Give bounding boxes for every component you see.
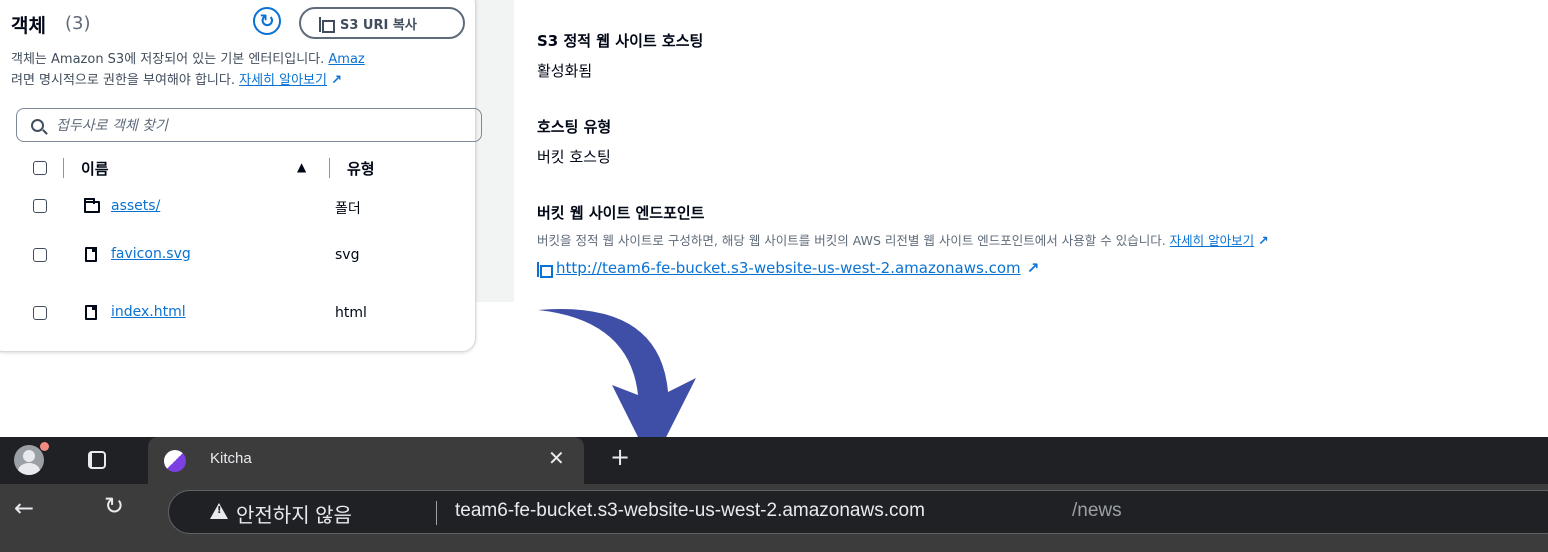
external-link-icon: ↗ xyxy=(1258,233,1269,248)
new-tab-icon[interactable]: + xyxy=(610,443,630,471)
back-arrow-icon[interactable]: ← xyxy=(14,494,34,522)
description-line2: 려면 명시적으로 권한을 부여해야 합니다. xyxy=(11,73,240,88)
endpoint-url-link[interactable]: http://team6-fe-bucket.s3-website-us-wes… xyxy=(556,259,1021,277)
learn-more-link[interactable]: 자세히 알아보기 xyxy=(239,73,327,88)
object-link-assets[interactable]: assets/ xyxy=(111,198,160,214)
url-path[interactable]: /news xyxy=(1072,500,1122,522)
row-checkbox[interactable] xyxy=(33,306,47,320)
copy-s3-uri-button[interactable]: S3 URI 복사 xyxy=(299,7,465,39)
object-link-favicon[interactable]: favicon.svg xyxy=(111,246,191,262)
endpoint-url-row: http://team6-fe-bucket.s3-website-us-wes… xyxy=(537,259,1040,278)
copy-s3-uri-label: S3 URI 복사 xyxy=(340,17,417,33)
endpoint-description-text: 버킷을 정적 웹 사이트로 구성하면, 해당 웹 사이트를 버킷의 AWS 리전… xyxy=(537,233,1166,248)
column-header-type[interactable]: 유형 xyxy=(347,158,375,179)
search-icon xyxy=(31,118,44,132)
sort-ascending-icon[interactable]: ▲ xyxy=(297,160,306,174)
profile-avatar-icon[interactable] xyxy=(14,445,44,475)
object-type: 폴더 xyxy=(335,201,361,217)
static-hosting-value: 활성화됨 xyxy=(537,62,593,80)
hosting-type-label: 호스팅 유형 xyxy=(537,118,612,136)
endpoint-label: 버킷 웹 사이트 엔드포인트 xyxy=(537,204,705,222)
column-header-name[interactable]: 이름 xyxy=(81,158,109,179)
static-hosting-panel: S3 정적 웹 사이트 호스팅 활성화됨 호스팅 유형 버킷 호스팅 버킷 웹 … xyxy=(514,0,1548,302)
search-placeholder: 접두사로 객체 찾기 xyxy=(56,118,168,134)
static-hosting-label: S3 정적 웹 사이트 호스팅 xyxy=(537,32,704,50)
url-host[interactable]: team6-fe-bucket.s3-website-us-west-2.ama… xyxy=(455,500,925,522)
tab-title[interactable]: Kitcha xyxy=(210,450,252,467)
tab-close-icon[interactable]: ✕ xyxy=(548,446,565,470)
select-all-checkbox[interactable] xyxy=(33,161,47,175)
file-icon xyxy=(85,247,97,262)
external-link-icon: ↗ xyxy=(331,73,343,88)
tab-favicon-icon xyxy=(164,450,186,472)
description-line1: 객체는 Amazon S3에 저장되어 있는 기본 엔터티입니다. xyxy=(11,52,329,67)
copy-icon xyxy=(319,16,335,33)
object-type: html xyxy=(335,305,367,321)
object-search-input[interactable]: 접두사로 객체 찾기 xyxy=(16,108,482,142)
notification-dot xyxy=(40,442,49,451)
column-divider xyxy=(63,158,64,178)
browser-window: Kitcha ✕ + ← ↻ 안전하지 않음 team6-fe-bucket.s… xyxy=(0,437,1548,552)
objects-description: 객체는 Amazon S3에 저장되어 있는 기본 엔터티입니다. Amaz 려… xyxy=(11,49,475,91)
copy-icon[interactable] xyxy=(537,261,553,278)
objects-panel: 객체 (3) ↻ S3 URI 복사 객체는 Amazon S3에 저장되어 있… xyxy=(0,0,482,352)
row-checkbox[interactable] xyxy=(33,248,47,262)
external-link-icon: ↗ xyxy=(1026,259,1040,277)
object-link-index[interactable]: index.html xyxy=(111,304,186,320)
objects-count: (3) xyxy=(65,13,91,34)
description-link[interactable]: Amaz xyxy=(328,52,364,67)
hosting-type-value: 버킷 호스팅 xyxy=(537,148,611,166)
warning-icon[interactable] xyxy=(210,503,228,519)
objects-title: 객체 xyxy=(11,15,46,37)
address-divider xyxy=(436,501,437,525)
row-checkbox[interactable] xyxy=(33,199,47,213)
object-type: svg xyxy=(335,247,360,263)
file-icon xyxy=(85,305,97,320)
endpoint-learn-more-link[interactable]: 자세히 알아보기 xyxy=(1170,233,1254,248)
folder-icon xyxy=(84,198,100,213)
column-divider xyxy=(329,158,330,178)
refresh-icon: ↻ xyxy=(259,10,275,32)
endpoint-description: 버킷을 정적 웹 사이트로 구성하면, 해당 웹 사이트를 버킷의 AWS 리전… xyxy=(537,230,1269,249)
reload-icon[interactable]: ↻ xyxy=(104,492,124,520)
security-label[interactable]: 안전하지 않음 xyxy=(236,499,352,528)
refresh-button[interactable]: ↻ xyxy=(253,7,281,35)
tab-actions-icon[interactable] xyxy=(88,451,106,469)
